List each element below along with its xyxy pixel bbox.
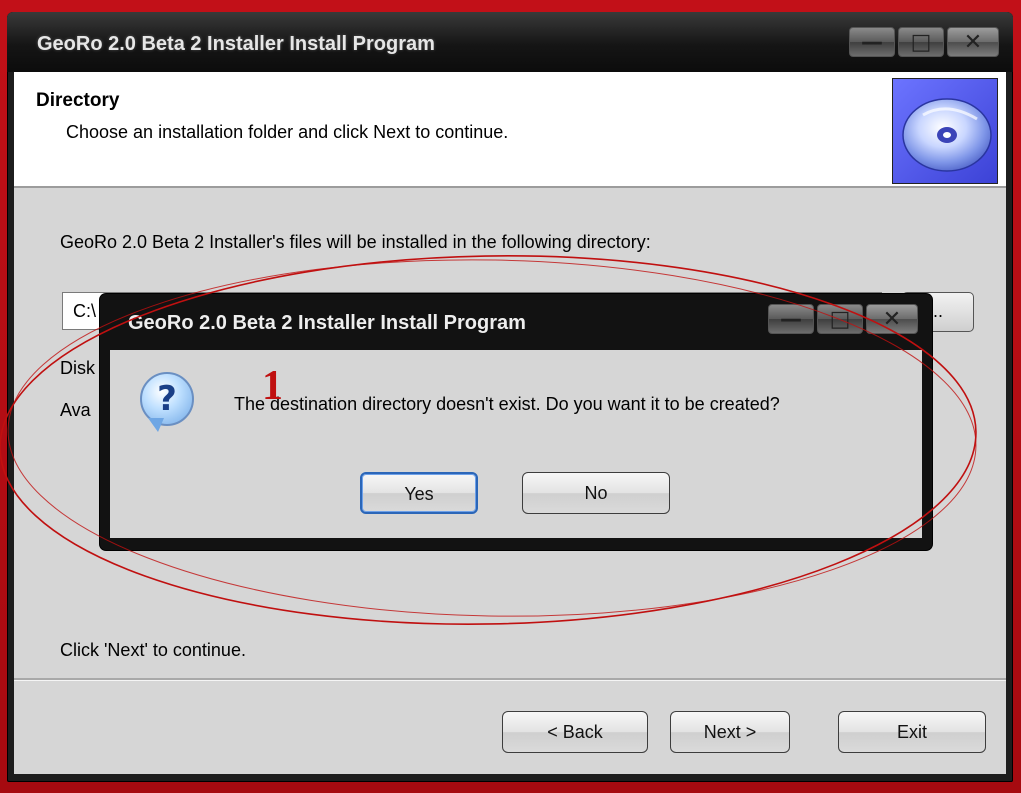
divider [14, 678, 1006, 681]
close-icon: ✕ [963, 30, 983, 55]
back-button[interactable]: < Back [502, 711, 648, 753]
minimize-icon: — [861, 30, 883, 55]
page-subtitle: Choose an installation folder and click … [66, 122, 509, 142]
confirm-dialog: GeoRo 2.0 Beta 2 Installer Install Progr… [100, 294, 932, 550]
close-icon: ✕ [882, 307, 902, 332]
disk-space-label: Disk [60, 358, 95, 378]
available-space-label: Ava [60, 400, 91, 420]
minimize-button[interactable]: — [849, 27, 895, 57]
close-button[interactable]: ✕ [947, 27, 999, 57]
minimize-icon: — [780, 307, 802, 332]
page-title: Directory [36, 90, 120, 111]
titlebar[interactable]: GeoRo 2.0 Beta 2 Installer Install Progr… [7, 12, 1013, 72]
yes-button[interactable]: Yes [360, 472, 478, 514]
dialog-body: ? The destination directory doesn't exis… [110, 350, 922, 538]
dialog-title[interactable]: GeoRo 2.0 Beta 2 Installer Install Progr… [128, 312, 526, 335]
next-hint-text: Click 'Next' to continue. [60, 640, 246, 660]
window-title: GeoRo 2.0 Beta 2 Installer Install Progr… [37, 33, 435, 55]
cd-disc-icon [892, 78, 998, 184]
annotation-marker: 1 [262, 363, 283, 409]
header-panel: Directory Choose an installation folder … [14, 72, 1006, 188]
dialog-maximize-button[interactable]: □ [817, 304, 863, 334]
maximize-icon: □ [829, 307, 851, 332]
maximize-icon: □ [910, 30, 932, 55]
next-button[interactable]: Next > [670, 711, 790, 753]
exit-button[interactable]: Exit [838, 711, 986, 753]
dialog-message: The destination directory doesn't exist.… [234, 394, 780, 414]
directory-description: GeoRo 2.0 Beta 2 Installer's files will … [60, 232, 651, 252]
question-icon-tail [148, 418, 164, 432]
maximize-button[interactable]: □ [898, 27, 944, 57]
dialog-close-button[interactable]: ✕ [866, 304, 918, 334]
caption-buttons: — □ ✕ [849, 27, 999, 59]
no-button[interactable]: No [522, 472, 670, 514]
dialog-minimize-button[interactable]: — [768, 304, 814, 334]
dialog-caption-buttons: — □ ✕ [768, 304, 918, 334]
